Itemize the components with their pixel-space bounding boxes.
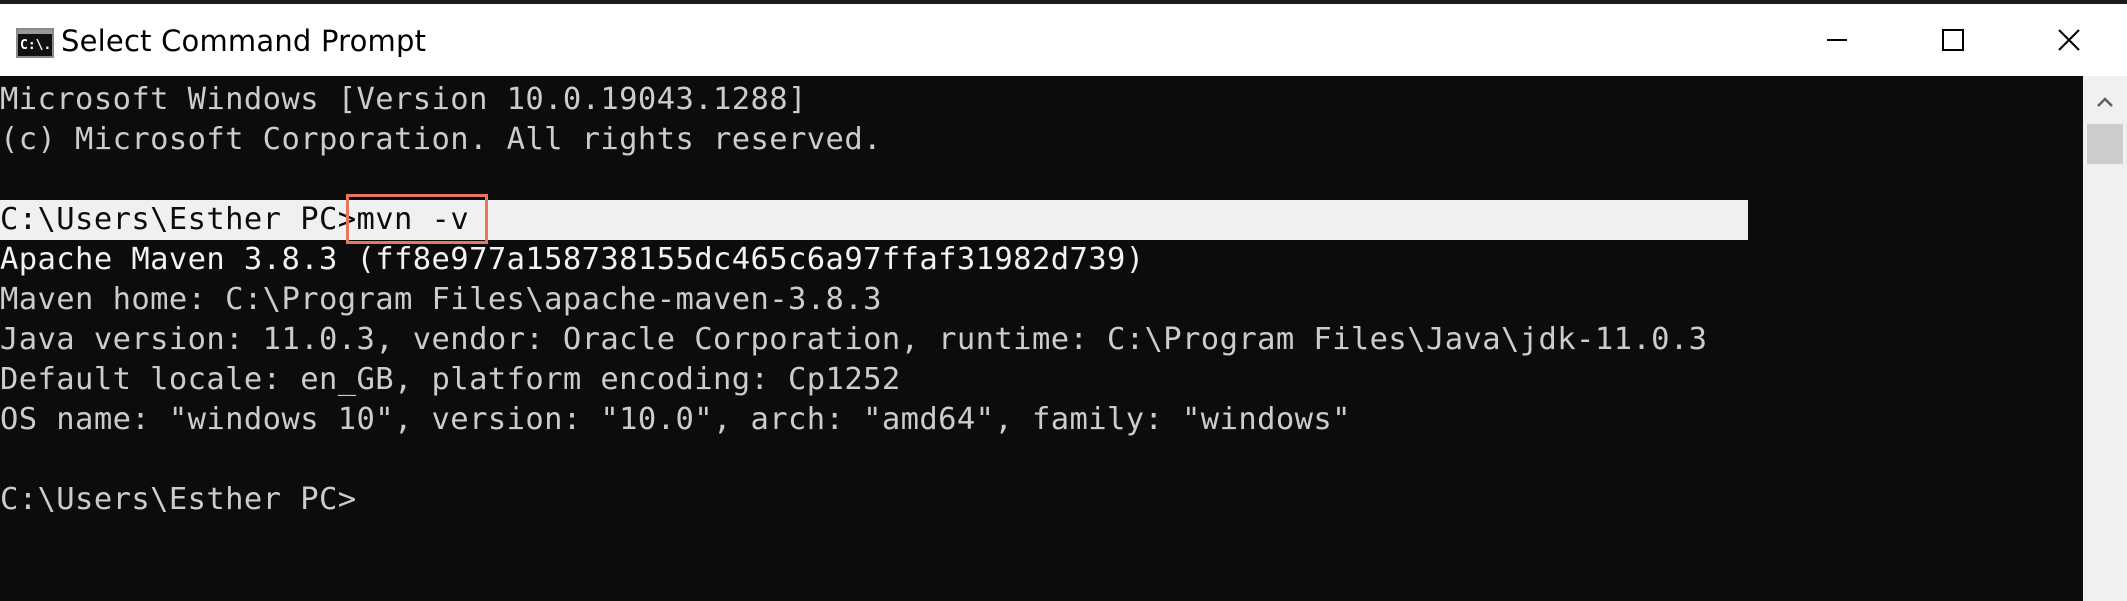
console-line: (c) Microsoft Corporation. All rights re… <box>0 122 882 157</box>
close-button[interactable] <box>2011 4 2127 76</box>
console-line: Microsoft Windows [Version 10.0.19043.12… <box>0 82 807 117</box>
console-prompt[interactable]: C:\Users\Esther PC> <box>0 480 357 520</box>
maximize-button[interactable] <box>1895 4 2011 76</box>
minimize-button[interactable] <box>1779 4 1895 76</box>
command-highlight-box <box>346 194 488 244</box>
close-icon <box>2058 29 2080 51</box>
console-line: OS name: "windows 10", version: "10.0", … <box>0 402 1351 437</box>
minimize-icon <box>1827 39 1847 41</box>
window-title: Select Command Prompt <box>61 24 427 58</box>
console-output[interactable]: Microsoft Windows [Version 10.0.19043.12… <box>0 76 2083 601</box>
vertical-scrollbar[interactable] <box>2083 76 2127 601</box>
app-icon-label: C:\. <box>20 38 52 53</box>
chevron-up-icon <box>2097 97 2113 107</box>
command-prompt-path: C:\Users\Esther PC> <box>0 202 357 237</box>
command-prompt-window: C:\. Select Command Prompt Microsoft Win… <box>0 0 2127 601</box>
console-line: Maven home: C:\Program Files\apache-mave… <box>0 282 882 317</box>
title-bar[interactable]: C:\. Select Command Prompt <box>0 4 2127 76</box>
console-line: Java version: 11.0.3, vendor: Oracle Cor… <box>0 322 1708 357</box>
scroll-thumb[interactable] <box>2087 124 2123 164</box>
console-line: Default locale: en_GB, platform encoding… <box>0 362 901 397</box>
scroll-up-button[interactable] <box>2083 84 2127 120</box>
command-prompt-icon[interactable]: C:\. <box>16 28 54 58</box>
console-line: Apache Maven 3.8.3 (ff8e977a158738155dc4… <box>0 242 1145 277</box>
maximize-icon <box>1942 29 1964 51</box>
